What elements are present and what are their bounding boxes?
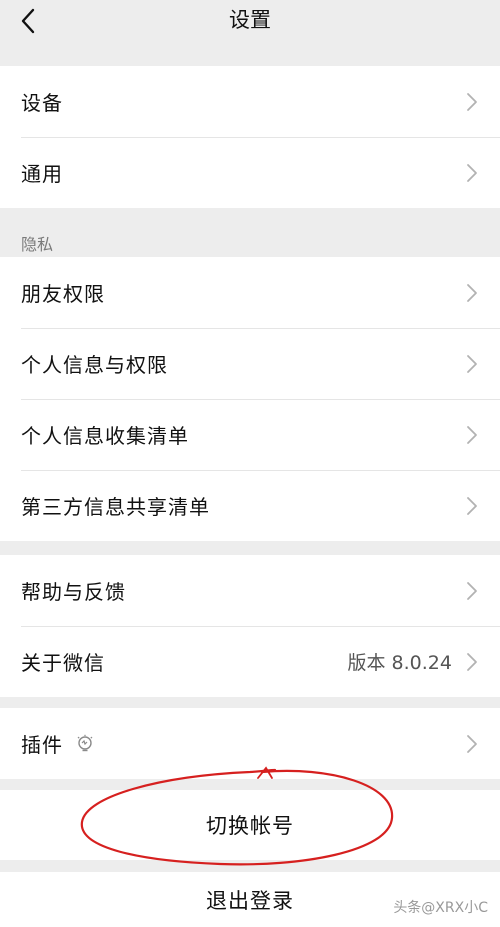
chevron-right-icon <box>467 581 477 600</box>
chevron-right-icon <box>467 496 477 515</box>
settings-item-friend-permissions[interactable]: 朋友权限 <box>0 257 500 328</box>
settings-item-label: 个人信息收集清单 <box>21 424 189 448</box>
settings-item-label: 设备 <box>21 91 63 115</box>
settings-item-label: 个人信息与权限 <box>21 353 168 377</box>
settings-item-label: 插件 <box>21 733 63 757</box>
settings-group-privacy: 朋友权限 个人信息与权限 个人信息收集清单 第三方信息共享清单 <box>0 257 500 541</box>
settings-group-general: 设备 通用 <box>0 66 500 208</box>
page-title: 设置 <box>229 8 271 32</box>
settings-item-third-party-sharing[interactable]: 第三方信息共享清单 <box>0 470 500 541</box>
switch-account-label: 切换帐号 <box>206 814 294 838</box>
settings-group-about: 帮助与反馈 关于微信 版本 8.0.24 <box>0 555 500 697</box>
settings-item-label: 关于微信 <box>21 651 105 675</box>
settings-item-general[interactable]: 通用 <box>0 137 500 208</box>
chevron-right-icon <box>467 92 477 111</box>
settings-item-label: 帮助与反馈 <box>21 580 126 604</box>
chevron-right-icon <box>467 734 477 753</box>
settings-item-help-feedback[interactable]: 帮助与反馈 <box>0 555 500 626</box>
settings-item-label: 第三方信息共享清单 <box>21 495 210 519</box>
chevron-right-icon <box>467 652 477 671</box>
settings-screen: 设置 设备 通用 隐私 朋友权限 个人信息与权限 个人信息收集清单 第三方信息共… <box>0 0 500 927</box>
section-header-privacy: 隐私 <box>21 235 54 254</box>
chevron-right-icon <box>467 425 477 444</box>
chevron-right-icon <box>467 283 477 302</box>
settings-item-devices[interactable]: 设备 <box>0 66 500 137</box>
chevron-right-icon <box>467 354 477 373</box>
settings-item-label: 朋友权限 <box>21 282 105 306</box>
lightbulb-icon <box>77 734 93 751</box>
settings-item-about-wechat[interactable]: 关于微信 版本 8.0.24 <box>0 626 500 697</box>
settings-item-personal-info-list[interactable]: 个人信息收集清单 <box>0 399 500 470</box>
settings-group-plugins: 插件 <box>0 708 500 779</box>
settings-item-label: 通用 <box>21 162 63 186</box>
version-value: 版本 8.0.24 <box>347 652 452 674</box>
nav-bar: 设置 <box>0 0 500 44</box>
settings-item-plugins[interactable]: 插件 <box>0 708 500 779</box>
logout-label: 退出登录 <box>206 888 294 913</box>
settings-item-personal-info-permissions[interactable]: 个人信息与权限 <box>0 328 500 399</box>
chevron-right-icon <box>467 163 477 182</box>
watermark: 头条@XRX小C <box>393 900 488 916</box>
switch-account-button[interactable]: 切换帐号 <box>0 790 500 860</box>
